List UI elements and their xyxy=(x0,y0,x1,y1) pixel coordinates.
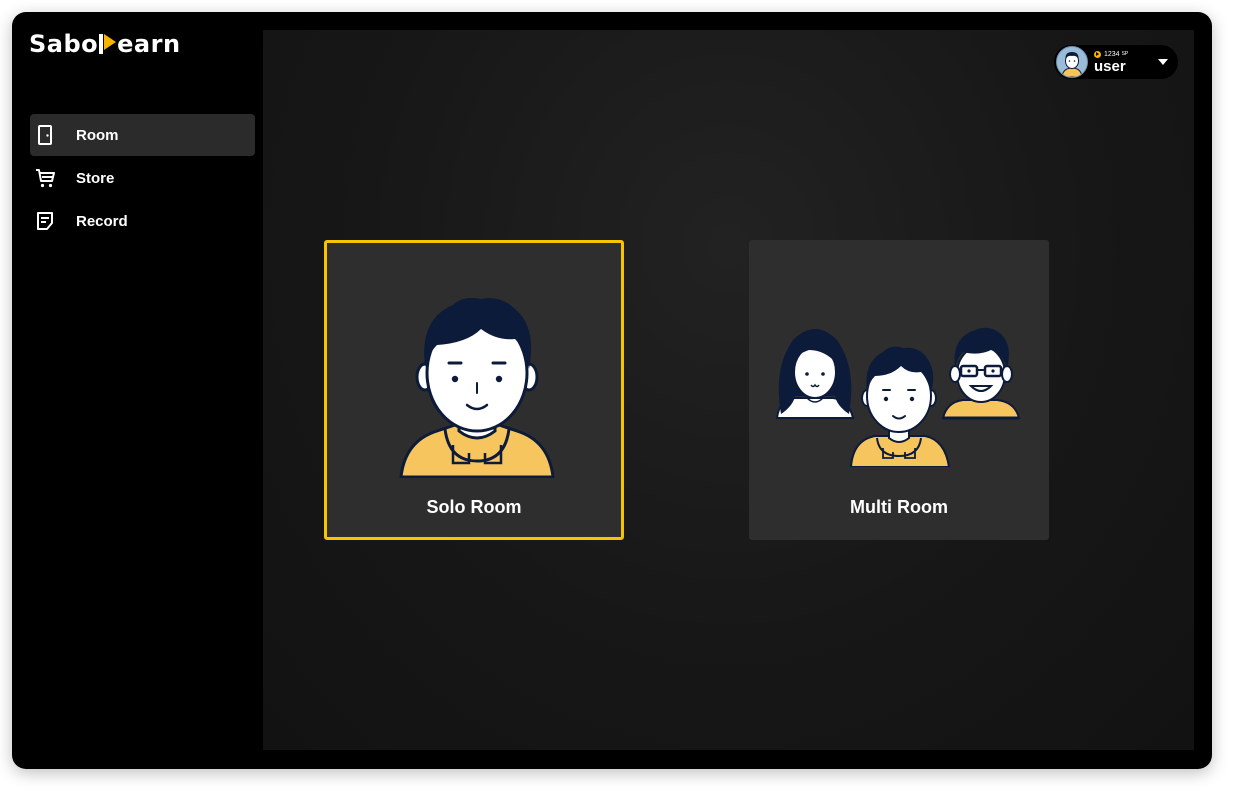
sidebar-item-label: Record xyxy=(76,212,128,230)
sidebar-item-store[interactable]: Store xyxy=(30,157,255,199)
sidebar-item-room[interactable]: Room xyxy=(30,114,255,156)
logo-text-start: Sabo xyxy=(29,30,99,58)
girl-figure xyxy=(775,329,855,419)
solo-person-illustration xyxy=(399,297,555,478)
card-label: Solo Room xyxy=(426,497,522,517)
username: user xyxy=(1094,57,1126,75)
glasses-boy-figure xyxy=(941,327,1021,420)
logo[interactable]: Sabo earn xyxy=(29,30,181,58)
sidebar-item-label: Room xyxy=(76,126,119,144)
user-avatar-icon xyxy=(1056,46,1088,78)
user-menu-button[interactable]: 1234 SP user xyxy=(1054,45,1178,79)
points-display: 1234 SP xyxy=(1094,50,1129,58)
logo-text-end: earn xyxy=(117,30,181,58)
solo-room-card[interactable]: Solo Room xyxy=(324,240,624,540)
sidebar-nav: Room Store Record xyxy=(30,114,255,243)
center-boy-figure xyxy=(849,346,951,467)
coin-icon xyxy=(1094,50,1101,58)
card-label: Multi Room xyxy=(850,497,948,517)
cart-icon xyxy=(33,166,57,190)
app-window: Sabo earn Room Store Record 1234 SP user… xyxy=(12,12,1212,769)
note-icon xyxy=(33,209,57,233)
door-icon xyxy=(33,123,57,147)
points-value: 1234 xyxy=(1104,50,1120,58)
sidebar-item-record[interactable]: Record xyxy=(30,200,255,242)
group-people-illustration xyxy=(775,327,1021,467)
multi-room-card[interactable]: Multi Room xyxy=(749,240,1049,540)
sidebar: Sabo earn Room Store Record xyxy=(12,12,262,769)
main-content: 1234 SP user Solo Room Multi Room xyxy=(263,30,1194,750)
logo-play-mark xyxy=(98,34,117,54)
sidebar-item-label: Store xyxy=(76,169,115,187)
user-info: 1234 SP user xyxy=(1094,50,1129,75)
caret-down-icon xyxy=(1158,59,1168,65)
points-unit: SP xyxy=(1121,50,1129,57)
